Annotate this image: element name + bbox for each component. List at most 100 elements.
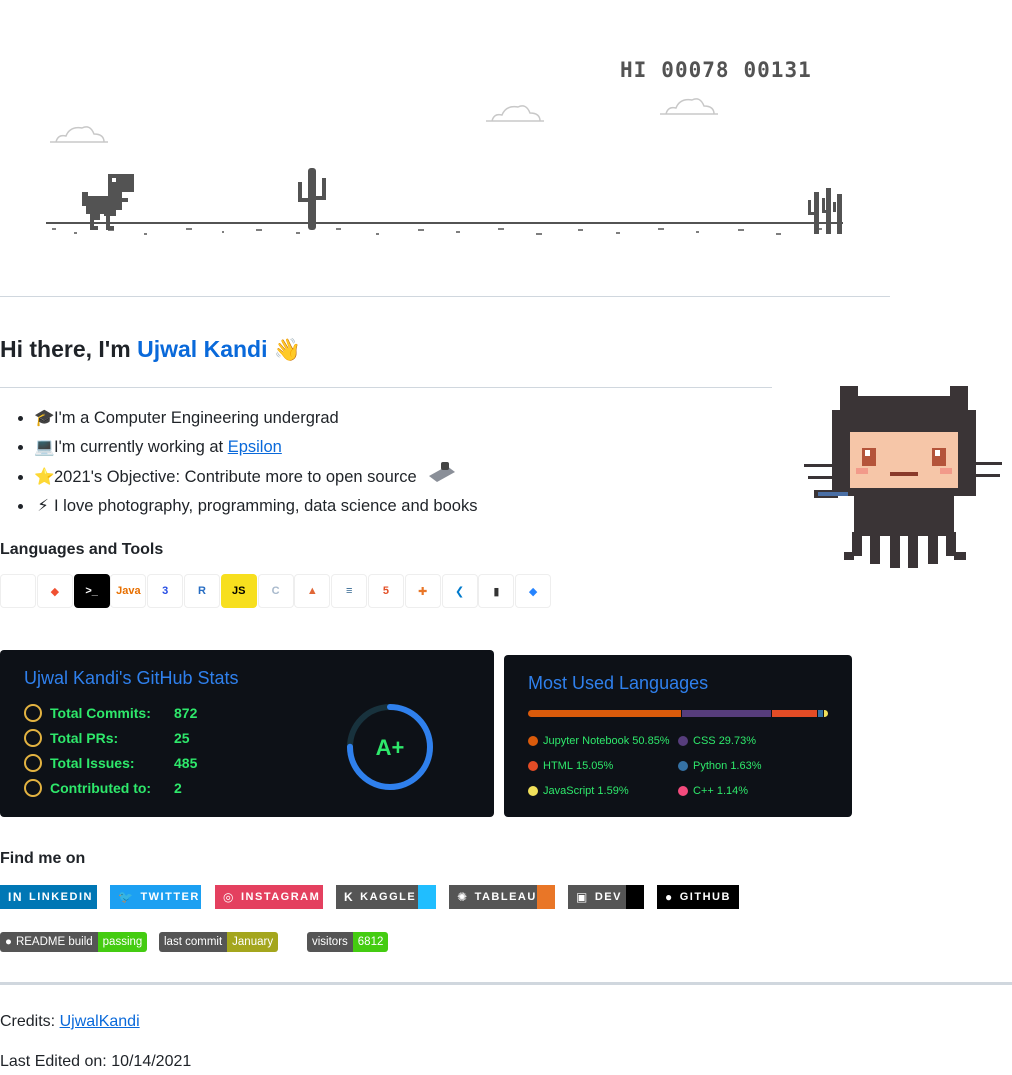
- grade-circle: A+: [347, 704, 433, 790]
- stat-row: Contributed to: 2: [24, 775, 197, 800]
- terminal-icon: >_: [73, 574, 110, 608]
- java-icon: Java: [110, 574, 147, 608]
- footer-divider: [0, 982, 1012, 985]
- epsilon-link[interactable]: Epsilon: [228, 438, 282, 456]
- readme-build-badge[interactable]: ● README build passing: [0, 932, 148, 952]
- clock-icon: [24, 703, 42, 722]
- html5-icon: 5: [367, 574, 404, 608]
- language-color-dot: [528, 785, 538, 796]
- lightning-icon: ⚡: [37, 497, 49, 515]
- badge-label: GitHub: [679, 891, 731, 903]
- cactus-icon: [298, 168, 326, 230]
- language-percent: 50.85%: [632, 734, 670, 747]
- stats-title: Ujwal Kandi's GitHub Stats: [24, 668, 239, 688]
- cloud-icon: [660, 98, 718, 115]
- twitter-icon: 🐦: [118, 890, 135, 904]
- badge-left-text: last commit: [164, 936, 223, 948]
- list-item: 🎓I'm a Computer Engineering undergrad: [34, 404, 477, 433]
- about-text: I'm a Computer Engineering undergrad: [54, 409, 339, 427]
- github-icon: ●: [5, 936, 12, 948]
- stat-label: Total PRs:: [50, 729, 119, 746]
- language-item: JavaScript 1.59%: [528, 778, 678, 803]
- octocat-illustration: [804, 386, 1002, 568]
- language-bar-segment: [681, 710, 771, 717]
- list-item: ⚡ I love photography, programming, data s…: [34, 492, 477, 521]
- language-color-dot: [678, 785, 688, 796]
- matlab-icon: ▲: [294, 574, 331, 608]
- vscode-icon: ❮: [441, 574, 478, 608]
- repo-icon: [24, 778, 42, 797]
- language-percent: 1.14%: [716, 784, 749, 797]
- tableau-icon: ✺: [457, 890, 469, 904]
- find-me-heading: Find me on: [0, 850, 86, 867]
- badge-color-tail: [626, 885, 644, 909]
- grade-text: A+: [376, 735, 405, 760]
- language-color-dot: [678, 735, 688, 746]
- instagram-badge[interactable]: ◎ Instagram: [215, 885, 323, 909]
- last-commit-badge[interactable]: last commit January: [159, 932, 279, 952]
- credits-link[interactable]: UjwalKandi: [60, 1013, 140, 1030]
- twitter-badge[interactable]: 🐦 Twitter: [110, 885, 201, 909]
- cloud-icon: [50, 126, 108, 143]
- stat-value: 25: [174, 729, 190, 746]
- cloud-icon: [486, 105, 544, 122]
- credits-label: Credits:: [0, 1013, 60, 1030]
- badge-left-text: visitors: [312, 936, 348, 948]
- badge-right-text: passing: [102, 936, 143, 948]
- stat-value: 872: [174, 704, 198, 721]
- tableau-icon: ✚: [404, 574, 441, 608]
- stat-row: Total PRs: 25: [24, 725, 197, 750]
- ground-texture: [52, 228, 822, 235]
- instagram-icon: ◎: [223, 890, 235, 904]
- dino-score: HI 00078 00131: [620, 58, 826, 82]
- language-name: CSS: [693, 734, 716, 747]
- language-color-dot: [678, 760, 688, 771]
- dev-badge[interactable]: ▣ Dev: [568, 885, 644, 909]
- badge-label: Dev: [594, 891, 622, 903]
- about-list: 🎓I'm a Computer Engineering undergrad 💻I…: [0, 404, 477, 521]
- waving-hand-icon: 👋: [273, 337, 302, 362]
- about-text: I'm currently working at: [54, 438, 228, 456]
- badge-right-text: January: [232, 936, 274, 948]
- languages-title: Most Used Languages: [528, 673, 709, 693]
- current-score: 00131: [743, 58, 812, 82]
- badge-label: Instagram: [240, 891, 321, 903]
- tableau-badge[interactable]: ✺ Tableau: [449, 885, 555, 909]
- profile-name-link[interactable]: Ujwal Kandi: [137, 336, 267, 362]
- tools-row: ◆ >_ Java 3 R JS C ▲ ≡ 5 ✚ ❮ ▮ ◆: [0, 574, 552, 608]
- jira-icon: ◆: [515, 574, 552, 608]
- git-icon: ◆: [36, 574, 73, 608]
- most-used-languages-card: Most Used Languages Jupyter Notebook 50.…: [504, 655, 852, 817]
- graduation-cap-icon: 🎓: [34, 409, 55, 427]
- linkedin-icon: in: [8, 890, 23, 904]
- stat-value: 485: [174, 754, 198, 771]
- hi-label: HI: [620, 58, 648, 82]
- about-text: I love photography, programming, data sc…: [54, 497, 478, 515]
- r-icon: R: [183, 574, 220, 608]
- stat-row: Total Issues: 485: [24, 750, 197, 775]
- badge-label: Tableau: [474, 891, 537, 903]
- github-badge[interactable]: ● GitHub: [657, 885, 739, 909]
- github-stats-card: Ujwal Kandi's GitHub Stats Total Commits…: [0, 650, 494, 817]
- language-name: JavaScript: [543, 784, 595, 797]
- badge-right-text: 6812: [357, 936, 384, 948]
- language-name: Jupyter Notebook: [543, 734, 630, 747]
- language-color-dot: [528, 735, 538, 746]
- language-name: HTML: [543, 759, 573, 772]
- badge-left-text: README build: [15, 936, 93, 948]
- credits: Credits: UjwalKandi: [0, 1013, 140, 1031]
- language-item: Python 1.63%: [678, 753, 828, 778]
- language-item: CSS 29.73%: [678, 728, 828, 753]
- linkedin-badge[interactable]: in LinkedIn: [0, 885, 97, 909]
- language-percent: 1.59%: [597, 784, 629, 797]
- c-icon: C: [257, 574, 294, 608]
- python-icon: [0, 574, 36, 608]
- kaggle-icon: k: [344, 890, 355, 904]
- visitors-badge[interactable]: visitors 6812: [307, 932, 389, 952]
- badge-color-tail: [418, 885, 436, 909]
- stat-row: Total Commits: 872: [24, 700, 197, 725]
- kaggle-badge[interactable]: k Kaggle: [336, 885, 436, 909]
- language-bar-segment: [817, 710, 823, 717]
- last-edited: Last Edited on: 10/14/2021: [0, 1053, 192, 1070]
- list-item: ⭐2021's Objective: Contribute more to op…: [34, 462, 477, 492]
